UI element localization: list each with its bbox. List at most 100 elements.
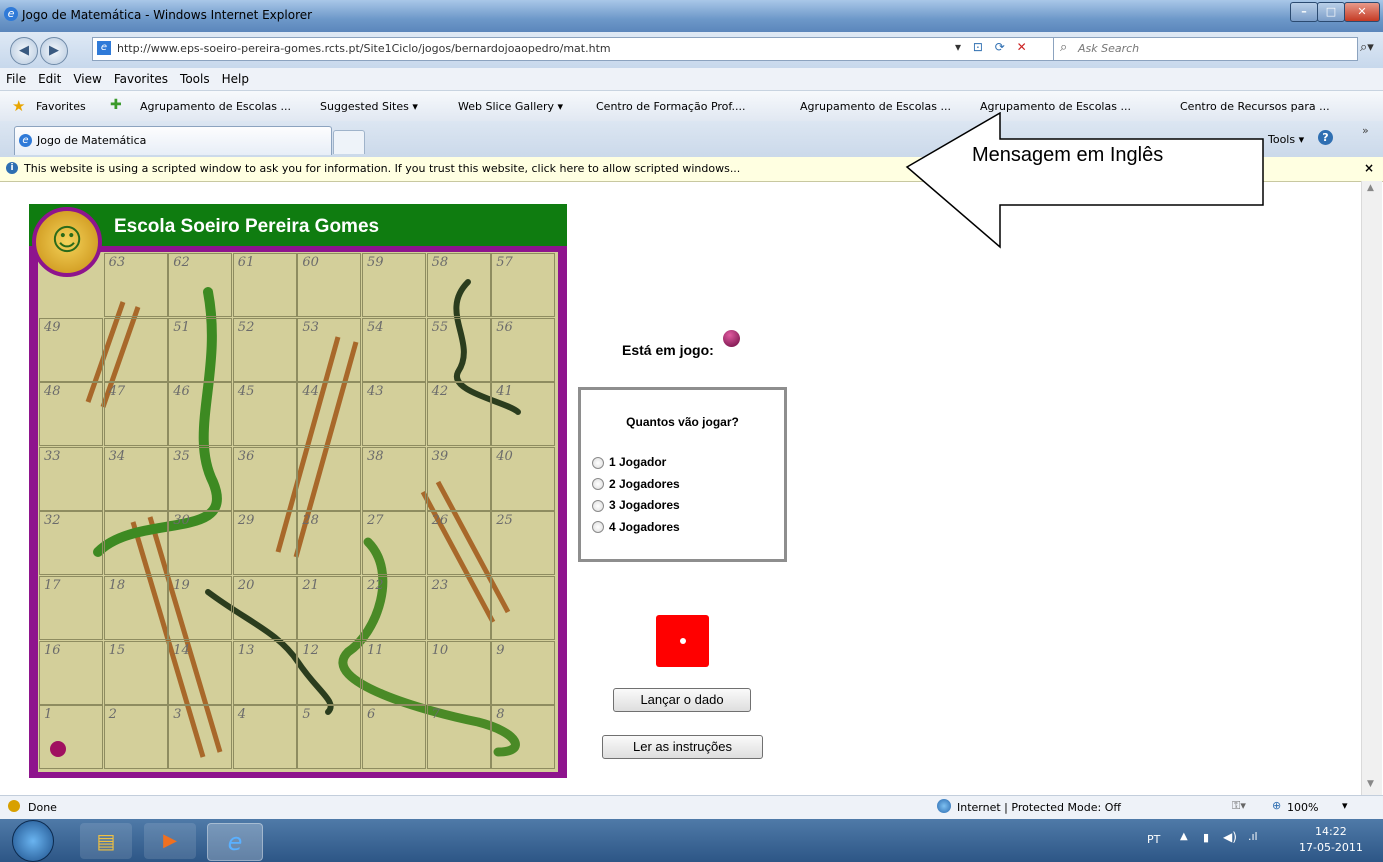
scroll-up-icon[interactable]: ▲: [1367, 183, 1374, 193]
close-infobar-icon[interactable]: ×: [1364, 161, 1374, 175]
board-cell: [491, 576, 556, 640]
explorer-taskbar-icon[interactable]: ▤: [80, 823, 132, 859]
board-cell: 27: [362, 511, 426, 576]
board-cells: 63 62 61 60 59 58 57 49 51 52 53 54 55 56 48 47 46 45 44 43…: [38, 252, 558, 772]
zoom-dropdown-icon[interactable]: ▾: [1342, 799, 1348, 812]
menu-view[interactable]: View: [73, 72, 101, 86]
maximize-button[interactable]: □: [1317, 2, 1345, 22]
board-cell: 60: [297, 253, 362, 317]
roll-dice-button[interactable]: Lançar o dado: [613, 688, 751, 712]
start-button[interactable]: [12, 820, 54, 862]
radio-1[interactable]: [592, 456, 604, 469]
board-cell: 13: [232, 640, 297, 705]
minimize-button[interactable]: –: [1290, 2, 1318, 22]
security-icon[interactable]: ⚿▾: [1232, 799, 1246, 813]
network-icon[interactable]: .ıl: [1248, 830, 1258, 843]
board-cell: 47: [103, 382, 168, 447]
search-go-icon[interactable]: ⌕▾: [1360, 40, 1374, 55]
add-favorites-icon[interactable]: ✚: [110, 97, 122, 113]
option-1-jogador[interactable]: 1 Jogador: [592, 452, 680, 474]
favorites-star-icon: ★: [12, 97, 26, 115]
board-cell: 10: [426, 640, 491, 705]
compat-icon[interactable]: ⊡: [973, 40, 983, 54]
address-buttons: ▾ ⊡ ⟳ ✕: [955, 40, 1027, 54]
forward-button[interactable]: ▶: [40, 37, 68, 65]
zoom-level[interactable]: 100%: [1287, 801, 1318, 814]
favorite-link-3[interactable]: Web Slice Gallery ▾: [458, 100, 563, 113]
radio-4[interactable]: [592, 521, 604, 534]
chevron-right-icon[interactable]: »: [1362, 124, 1369, 137]
current-player-token: [723, 330, 740, 347]
window-title-bar: e Jogo de Matemática - Windows Internet …: [0, 0, 1383, 32]
board-cell: 57: [491, 253, 556, 317]
favorite-link-2[interactable]: Suggested Sites ▾: [320, 100, 418, 113]
tray-arrow-icon[interactable]: ▲: [1180, 831, 1188, 842]
board-cell: 38: [362, 446, 426, 511]
board-cell: 2: [103, 705, 168, 770]
menu-tools[interactable]: Tools: [180, 72, 210, 86]
board-cell: 5: [297, 705, 362, 770]
clock-time[interactable]: 14:22: [1315, 825, 1347, 838]
board-cell: 15: [103, 640, 168, 705]
zoom-icon: ⊕: [1272, 799, 1282, 812]
back-button[interactable]: ◀: [10, 37, 38, 65]
search-box[interactable]: ⌕ Ask Search: [1053, 37, 1358, 61]
dice-pip: [680, 638, 686, 644]
favorites-button[interactable]: Favorites: [36, 100, 86, 113]
board-cell: 56: [491, 317, 556, 382]
clock-date[interactable]: 17-05-2011: [1299, 841, 1363, 854]
scroll-down-icon[interactable]: ▼: [1367, 779, 1374, 789]
board-cell: 25: [491, 511, 556, 576]
option-3-jogadores[interactable]: 3 Jogadores: [592, 495, 680, 517]
board-cell: 61: [232, 253, 297, 317]
help-icon[interactable]: ?: [1318, 130, 1333, 145]
tab-active[interactable]: e Jogo de Matemática: [14, 126, 332, 155]
url-text[interactable]: http://www.eps-soeiro-pereira-gomes.rcts…: [117, 42, 611, 55]
menu-help[interactable]: Help: [222, 72, 249, 86]
option-2-jogadores[interactable]: 2 Jogadores: [592, 474, 680, 496]
zone-text[interactable]: Internet | Protected Mode: Off: [957, 801, 1121, 814]
refresh-icon[interactable]: ⟳: [995, 40, 1005, 54]
board-cell: 29: [232, 511, 297, 576]
volume-icon[interactable]: ◀): [1223, 830, 1237, 844]
menu-favorites[interactable]: Favorites: [114, 72, 168, 86]
close-button[interactable]: ✕: [1344, 2, 1380, 22]
status-text: Done: [28, 801, 57, 814]
board-cell: 22: [362, 576, 426, 640]
ie-taskbar-icon[interactable]: e: [207, 823, 263, 861]
callout-arrow: [905, 112, 1264, 249]
info-message[interactable]: This website is using a scripted window …: [24, 162, 740, 175]
callout-text: Mensagem em Inglês: [972, 144, 1164, 166]
board-cell: 34: [103, 446, 168, 511]
battery-icon[interactable]: ▮: [1203, 831, 1209, 844]
new-tab-button[interactable]: [333, 130, 365, 154]
board-cell: 18: [103, 576, 168, 640]
vertical-scrollbar[interactable]: ▲ ▼: [1361, 181, 1382, 795]
instructions-button[interactable]: Ler as instruções: [602, 735, 763, 759]
board-cell: 45: [232, 382, 297, 447]
board-cell: 40: [491, 446, 556, 511]
board-cell: 43: [362, 382, 426, 447]
media-player-taskbar-icon[interactable]: ▶: [144, 823, 196, 859]
language-indicator[interactable]: PT: [1147, 833, 1160, 846]
players-panel: Quantos vão jogar? 1 Jogador 2 Jogadores…: [578, 387, 787, 562]
board-cell: 35: [168, 446, 233, 511]
board-cell: 44: [297, 382, 362, 447]
favorite-link-1[interactable]: Agrupamento de Escolas ...: [140, 100, 291, 113]
favorite-link-4[interactable]: Centro de Formação Prof....: [596, 100, 745, 113]
taskbar: ▤ ▶ e PT ▲ ▮ ◀) .ıl 14:22 17-05-2011: [0, 819, 1383, 862]
board-cell: 1: [39, 705, 103, 770]
dropdown-icon[interactable]: ▾: [955, 40, 961, 54]
option-4-jogadores[interactable]: 4 Jogadores: [592, 517, 680, 539]
board-cell: 46: [168, 382, 233, 447]
menu-file[interactable]: File: [6, 72, 26, 86]
board-cell: 49: [39, 317, 103, 382]
menu-edit[interactable]: Edit: [38, 72, 61, 86]
radio-3[interactable]: [592, 499, 604, 512]
tools-menu[interactable]: Tools ▾: [1268, 133, 1304, 146]
board-cell: 55: [426, 317, 491, 382]
board-cell: 41: [491, 382, 556, 447]
radio-2[interactable]: [592, 478, 604, 491]
stop-icon[interactable]: ✕: [1017, 40, 1027, 54]
board-cell: 8: [491, 705, 556, 770]
